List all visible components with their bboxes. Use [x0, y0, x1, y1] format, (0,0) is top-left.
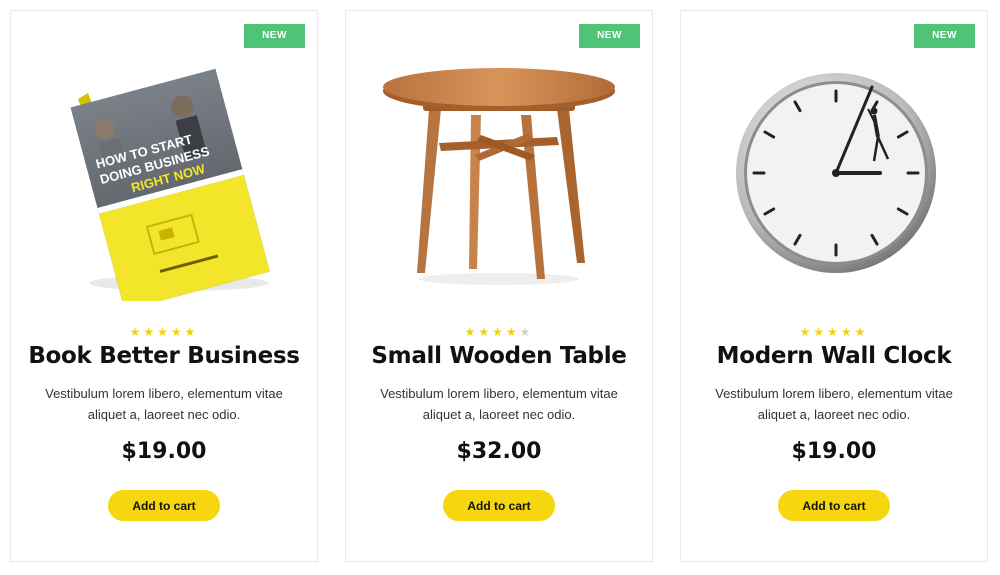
- new-badge: NEW: [914, 24, 975, 48]
- star-icon: ★: [143, 325, 158, 339]
- star-icon: ★: [840, 325, 855, 339]
- rating-stars: ★★★★★: [346, 325, 652, 339]
- new-badge: NEW: [579, 24, 640, 48]
- star-icon: ★: [478, 325, 493, 339]
- clock-icon: [736, 73, 936, 273]
- star-icon: ★: [170, 325, 185, 339]
- product-image-book[interactable]: HOW TO START DOING BUSINESS RIGHT NOW: [11, 51, 317, 311]
- star-icon: ★: [129, 325, 144, 339]
- add-to-cart-button[interactable]: Add to cart: [108, 490, 220, 521]
- star-icon: ★: [157, 325, 171, 339]
- product-title[interactable]: Modern Wall Clock: [681, 343, 987, 369]
- star-icon: ★: [184, 325, 199, 339]
- add-to-cart-button[interactable]: Add to cart: [778, 490, 890, 521]
- star-icon: ★: [492, 325, 506, 339]
- product-price: $32.00: [456, 439, 542, 464]
- table-icon: [383, 68, 615, 285]
- product-description: Vestibulum lorem libero, elementum vitae…: [380, 386, 618, 422]
- product-card-table[interactable]: NEW ★★★★★ Small Wooden Table Vestibulum …: [345, 10, 653, 562]
- rating-stars: ★★★★★: [11, 325, 317, 339]
- rating-stars: ★★★★★: [681, 325, 987, 339]
- star-icon: ★: [799, 325, 814, 339]
- star-icon: ★: [827, 325, 841, 339]
- star-icon: ★: [505, 325, 520, 339]
- new-badge: NEW: [244, 24, 305, 48]
- product-image-clock[interactable]: [681, 51, 987, 311]
- product-price: $19.00: [121, 439, 207, 464]
- star-icon: ★: [519, 325, 534, 339]
- add-to-cart-button[interactable]: Add to cart: [443, 490, 555, 521]
- product-title[interactable]: Small Wooden Table: [346, 343, 652, 369]
- product-description: Vestibulum lorem libero, elementum vitae…: [715, 386, 953, 422]
- product-card-book[interactable]: NEW HOW TO START DOING BUSINESS RIGHT NO…: [10, 10, 318, 562]
- product-price: $19.00: [791, 439, 877, 464]
- product-grid: NEW HOW TO START DOING BUSINESS RIGHT NO…: [10, 10, 990, 562]
- product-card-clock[interactable]: NEW ★★★★★ Modern Wall Clock Vestibulum l…: [680, 10, 988, 562]
- product-description: Vestibulum lorem libero, elementum vitae…: [45, 386, 283, 422]
- star-icon: ★: [813, 325, 828, 339]
- product-image-table[interactable]: [346, 51, 652, 311]
- book-icon: HOW TO START DOING BUSINESS RIGHT NOW: [70, 68, 270, 301]
- star-icon: ★: [854, 325, 869, 339]
- product-title[interactable]: Book Better Business: [11, 343, 317, 369]
- star-icon: ★: [464, 325, 479, 339]
